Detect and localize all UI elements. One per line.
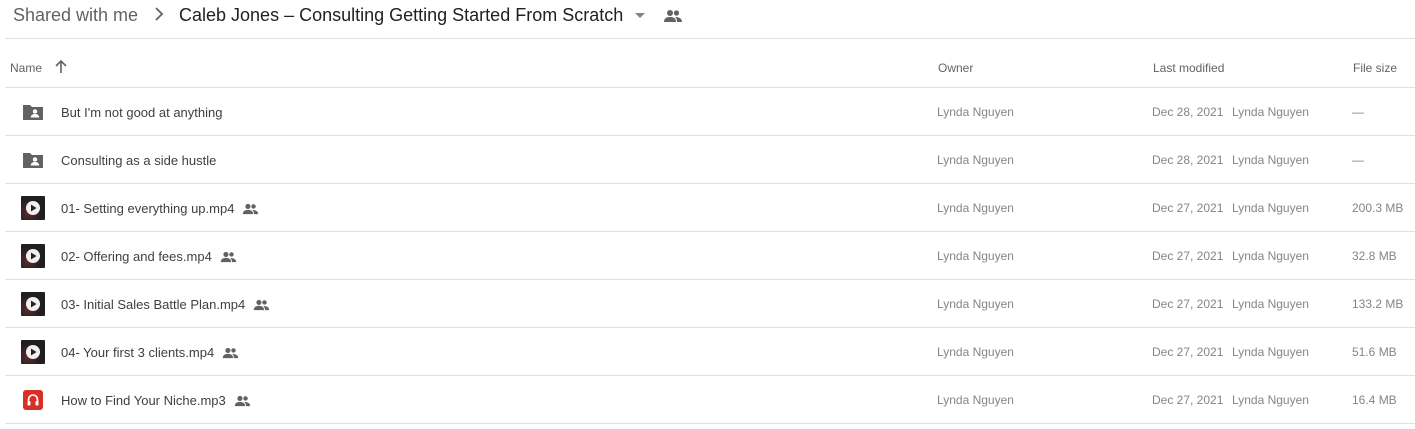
column-header-owner[interactable]: Owner (938, 61, 973, 75)
file-size: — (1352, 153, 1364, 167)
file-name-text: 01- Setting everything up.mp4 (61, 201, 235, 216)
shared-people-icon (234, 395, 250, 407)
modified-by: Lynda Nguyen (1232, 153, 1309, 167)
file-name-text: How to Find Your Niche.mp3 (61, 393, 226, 408)
owner-name: Lynda Nguyen (937, 345, 1014, 359)
file-size: 16.4 MB (1352, 393, 1397, 407)
modified-date: Dec 28, 2021 (1152, 105, 1224, 119)
breadcrumb-current-folder[interactable]: Caleb Jones – Consulting Getting Started… (179, 5, 623, 26)
sort-ascending-arrow-icon[interactable] (55, 60, 67, 74)
file-name: 01- Setting everything up.mp4 (61, 201, 259, 216)
modified-date: Dec 27, 2021 (1152, 201, 1224, 215)
shared-folder-icon (21, 148, 45, 172)
file-name-text: Consulting as a side hustle (61, 153, 217, 168)
column-header-name[interactable]: Name (10, 61, 42, 75)
file-row[interactable]: 03- Initial Sales Battle Plan.mp4 Lynda N… (5, 280, 1415, 328)
shared-people-icon (243, 203, 259, 215)
file-name-text: 03- Initial Sales Battle Plan.mp4 (61, 297, 246, 312)
column-header-file-size[interactable]: File size (1353, 61, 1397, 75)
shared-people-icon (222, 347, 239, 359)
file-size: — (1352, 105, 1364, 119)
audio-icon (21, 388, 45, 412)
file-list: Name Owner Last modified File size But I… (5, 38, 1415, 429)
shared-people-icon (664, 10, 682, 22)
owner-name: Lynda Nguyen (937, 105, 1014, 119)
file-row[interactable]: 02- Offering and fees.mp4 Lynda Nguyen Dec… (5, 232, 1415, 280)
file-name: Consulting as a side hustle (61, 153, 216, 168)
file-name-text: 04- Your first 3 clients.mp4 (61, 345, 215, 360)
file-size: 51.6 MB (1352, 345, 1397, 359)
file-row[interactable]: 01- Setting everything up.mp4 Lynda Nguye… (5, 184, 1415, 232)
video-icon (21, 340, 45, 364)
video-icon (21, 292, 45, 316)
file-name: How to Find Your Niche.mp3 (61, 393, 251, 408)
modified-date: Dec 27, 2021 (1152, 249, 1224, 263)
breadcrumb-bar: Shared with me Caleb Jones – Consulting … (0, 0, 1415, 38)
file-row[interactable]: Consulting as a side hustle Lynda Nguyen D… (5, 136, 1415, 184)
modified-by: Lynda Nguyen (1232, 345, 1309, 359)
video-icon (21, 196, 45, 220)
modified-by: Lynda Nguyen (1232, 297, 1309, 311)
owner-name: Lynda Nguyen (937, 153, 1014, 167)
owner-name: Lynda Nguyen (937, 201, 1014, 215)
shared-folder-icon (21, 100, 45, 124)
shared-people-icon (254, 299, 270, 311)
file-name-text: But I'm not good at anything (61, 105, 223, 120)
file-size: 200.3 MB (1352, 201, 1404, 215)
video-icon (21, 244, 45, 268)
modified-date: Dec 27, 2021 (1152, 345, 1224, 359)
modified-by: Lynda Nguyen (1232, 249, 1309, 263)
file-row[interactable]: How to Find Your Niche.mp3 Lynda Nguyen De… (5, 376, 1415, 424)
column-header-row: Name Owner Last modified File size (5, 39, 1415, 88)
modified-date: Dec 27, 2021 (1152, 393, 1224, 407)
file-size: 133.2 MB (1352, 297, 1404, 311)
file-name: 03- Initial Sales Battle Plan.mp4 (61, 297, 270, 312)
shared-people-icon (220, 251, 237, 263)
file-row[interactable]: 04- Your first 3 clients.mp4 Lynda Nguyen… (5, 328, 1415, 376)
modified-date: Dec 28, 2021 (1152, 153, 1224, 167)
file-size: 32.8 MB (1352, 249, 1397, 263)
modified-date: Dec 27, 2021 (1152, 297, 1224, 311)
file-row[interactable]: But I'm not good at anything Lynda Nguyen… (5, 88, 1415, 136)
file-name: But I'm not good at anything (61, 105, 222, 120)
chevron-right-icon (155, 7, 164, 21)
file-name: 04- Your first 3 clients.mp4 (61, 345, 239, 360)
modified-by: Lynda Nguyen (1232, 393, 1309, 407)
file-name-text: 02- Offering and fees.mp4 (61, 249, 212, 264)
dropdown-arrow-icon[interactable] (634, 12, 646, 20)
column-header-last-modified[interactable]: Last modified (1153, 61, 1224, 75)
owner-name: Lynda Nguyen (937, 249, 1014, 263)
modified-by: Lynda Nguyen (1232, 201, 1309, 215)
modified-by: Lynda Nguyen (1232, 105, 1309, 119)
owner-name: Lynda Nguyen (937, 393, 1014, 407)
file-name: 02- Offering and fees.mp4 (61, 249, 237, 264)
owner-name: Lynda Nguyen (937, 297, 1014, 311)
breadcrumb-shared-with-me[interactable]: Shared with me (13, 5, 138, 26)
